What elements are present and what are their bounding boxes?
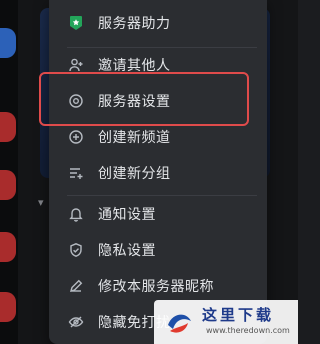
menu-item-label: 创建新频道 xyxy=(98,130,171,146)
menu-item-label: 隐私设置 xyxy=(98,243,156,259)
watermark-logo-icon xyxy=(168,314,191,333)
watermark-url: www.theredown.com xyxy=(206,326,290,335)
add-category-icon xyxy=(67,164,85,182)
server-context-menu: 服务器助力 邀请其他人 服务器设置 创建新频道 创建新分组 通知设置 隐私设置 … xyxy=(49,0,267,344)
boost-badge-icon xyxy=(67,14,85,32)
shield-icon xyxy=(67,241,85,259)
plus-circle-icon xyxy=(67,128,85,146)
menu-item-label: 服务器助力 xyxy=(98,16,171,32)
menu-item-notification-settings[interactable]: 通知设置 xyxy=(61,198,261,230)
watermark-text: 这里下载 xyxy=(202,306,275,324)
menu-item-server-boost[interactable]: 服务器助力 xyxy=(61,7,261,39)
highlight-box xyxy=(39,72,249,126)
menu-item-label: 创建新分组 xyxy=(98,166,171,182)
menu-item-create-category[interactable]: 创建新分组 xyxy=(61,157,261,189)
watermark: 这里下载 www.theredown.com xyxy=(154,300,298,344)
menu-item-edit-nickname[interactable]: 修改本服务器昵称 xyxy=(61,270,261,302)
pencil-icon xyxy=(67,277,85,295)
eye-hidden-icon xyxy=(67,313,85,331)
menu-item-label: 通知设置 xyxy=(98,207,156,223)
menu-divider xyxy=(67,195,257,196)
menu-divider xyxy=(67,47,257,48)
menu-item-label: 修改本服务器昵称 xyxy=(98,279,214,295)
bell-icon xyxy=(67,205,85,223)
menu-item-privacy-settings[interactable]: 隐私设置 xyxy=(61,234,261,266)
